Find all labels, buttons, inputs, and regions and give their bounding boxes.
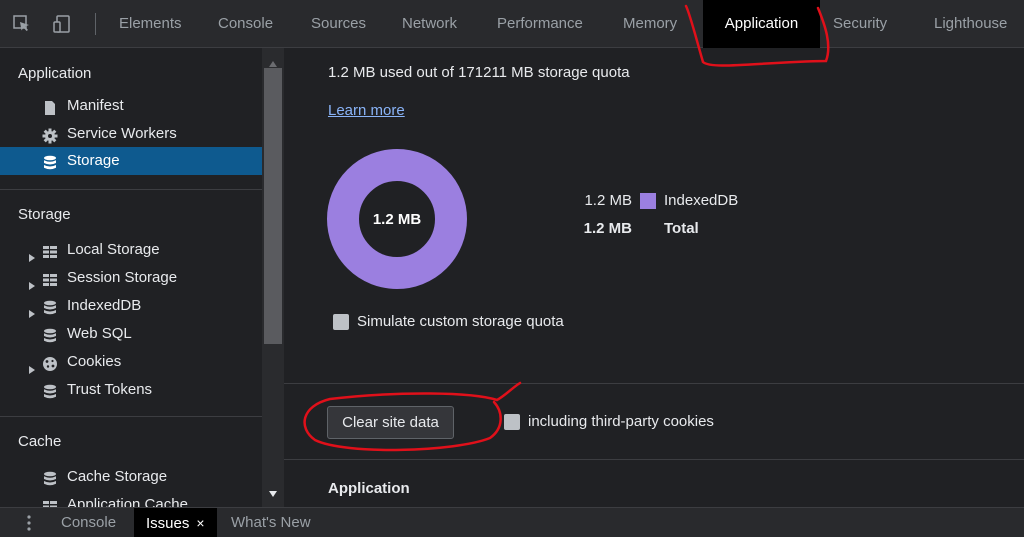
sidebar-divider — [0, 416, 262, 417]
sidebar-divider — [0, 189, 262, 190]
sidebar-scrollbar[interactable] — [262, 48, 284, 507]
legend-value-total: 1.2 MB — [583, 220, 632, 237]
sidebar-heading-application: Application — [18, 65, 92, 82]
database-icon — [42, 298, 58, 315]
sidebar-item-label: Service Workers — [67, 125, 177, 142]
tab-performance[interactable]: Performance — [497, 0, 583, 48]
inspect-element-icon[interactable] — [12, 14, 32, 34]
close-icon[interactable]: × — [196, 515, 204, 531]
storage-legend: 1.2 MB IndexedDB 1.2 MB Total — [568, 192, 768, 252]
sidebar-item-session-storage[interactable]: Session Storage — [0, 264, 262, 292]
scroll-up-arrow-icon[interactable] — [268, 56, 278, 67]
sidebar-item-label: Local Storage — [67, 241, 160, 258]
devtools-tab-bar: Elements Console Sources Network Perform… — [0, 0, 1024, 48]
application-sidebar: Application Manifest Service Workers Sto… — [0, 48, 262, 507]
file-icon — [42, 98, 58, 115]
device-toolbar-icon[interactable] — [52, 14, 72, 34]
sidebar-item-label: Trust Tokens — [67, 381, 153, 398]
gear-icon — [42, 126, 58, 144]
grid-table-icon — [42, 497, 58, 507]
sidebar-item-manifest[interactable]: Manifest — [0, 92, 262, 120]
tab-memory[interactable]: Memory — [623, 0, 677, 48]
sidebar-item-local-storage[interactable]: Local Storage — [0, 236, 262, 264]
sidebar-heading-storage: Storage — [18, 206, 71, 223]
database-icon — [42, 382, 58, 399]
legend-name-total: Total — [664, 220, 699, 237]
expand-arrow-icon[interactable] — [27, 273, 37, 290]
drawer-tab-whats-new[interactable]: What's New — [231, 508, 311, 537]
section-divider — [284, 383, 1024, 384]
tab-application[interactable]: Application — [703, 0, 820, 48]
drawer-tab-bar: Console Issues × What's New — [0, 507, 1024, 537]
third-party-cookies-checkbox[interactable] — [504, 414, 520, 430]
tab-elements[interactable]: Elements — [119, 0, 182, 48]
sidebar-item-label: Manifest — [67, 97, 124, 114]
sidebar-item-indexeddb[interactable]: IndexedDB — [0, 292, 262, 320]
sidebar-item-label: Cookies — [67, 353, 122, 370]
application-section-heading: Application — [328, 480, 410, 497]
storage-quota-text: 1.2 MB used out of 171211 MB storage quo… — [328, 64, 630, 81]
sidebar-item-label: Application Cache — [67, 496, 188, 507]
tab-network[interactable]: Network — [402, 0, 457, 48]
sidebar-item-trust-tokens[interactable]: Trust Tokens — [0, 376, 262, 404]
sidebar-item-web-sql[interactable]: Web SQL — [0, 320, 262, 348]
sidebar-item-label: Session Storage — [67, 269, 178, 286]
simulate-quota-checkbox[interactable] — [333, 314, 349, 330]
sidebar-item-label: IndexedDB — [67, 297, 142, 314]
learn-more-link[interactable]: Learn more — [328, 102, 405, 119]
database-icon — [42, 153, 58, 170]
legend-value-indexeddb: 1.2 MB — [584, 192, 632, 209]
drawer-tab-issues[interactable]: Issues × — [134, 508, 217, 537]
database-icon — [42, 326, 58, 343]
expand-arrow-icon[interactable] — [27, 357, 37, 374]
donut-center-label: 1.2 MB — [373, 211, 422, 228]
tab-sources[interactable]: Sources — [311, 0, 366, 48]
sidebar-item-label: Storage — [67, 152, 120, 169]
tab-lighthouse[interactable]: Lighthouse — [934, 0, 1007, 48]
drawer-tab-console[interactable]: Console — [61, 508, 116, 537]
database-icon — [42, 469, 58, 486]
scroll-down-arrow-icon[interactable] — [268, 486, 278, 497]
tab-security[interactable]: Security — [833, 0, 887, 48]
grid-table-icon — [42, 242, 58, 258]
sidebar-item-service-workers[interactable]: Service Workers — [0, 120, 262, 148]
sidebar-heading-cache: Cache — [18, 433, 62, 450]
legend-swatch-indexeddb — [640, 193, 656, 209]
sidebar-item-cache-storage[interactable]: Cache Storage — [0, 463, 262, 491]
tab-console[interactable]: Console — [218, 0, 273, 48]
simulate-quota-label: Simulate custom storage quota — [357, 313, 564, 330]
legend-name-indexeddb: IndexedDB — [664, 192, 739, 209]
sidebar-item-storage[interactable]: Storage — [0, 147, 262, 175]
cookie-icon — [42, 354, 58, 371]
sidebar-item-cookies[interactable]: Cookies — [0, 348, 262, 376]
scrollbar-thumb[interactable] — [264, 68, 282, 344]
expand-arrow-icon[interactable] — [27, 245, 37, 262]
storage-panel: 1.2 MB used out of 171211 MB storage quo… — [284, 48, 1024, 507]
sidebar-item-label: Web SQL — [67, 325, 132, 342]
third-party-cookies-label: including third-party cookies — [528, 413, 714, 430]
sidebar-item-application-cache[interactable]: Application Cache — [0, 491, 262, 507]
more-options-icon[interactable] — [27, 515, 31, 531]
clear-site-data-button[interactable]: Clear site data — [327, 406, 454, 439]
toolbar-divider — [95, 13, 96, 35]
expand-arrow-icon[interactable] — [27, 301, 37, 318]
storage-usage-donut: 1.2 MB — [327, 149, 467, 289]
sidebar-item-label: Cache Storage — [67, 468, 168, 485]
section-divider — [284, 459, 1024, 460]
drawer-tab-issues-label: Issues — [146, 515, 190, 532]
grid-table-icon — [42, 270, 58, 286]
